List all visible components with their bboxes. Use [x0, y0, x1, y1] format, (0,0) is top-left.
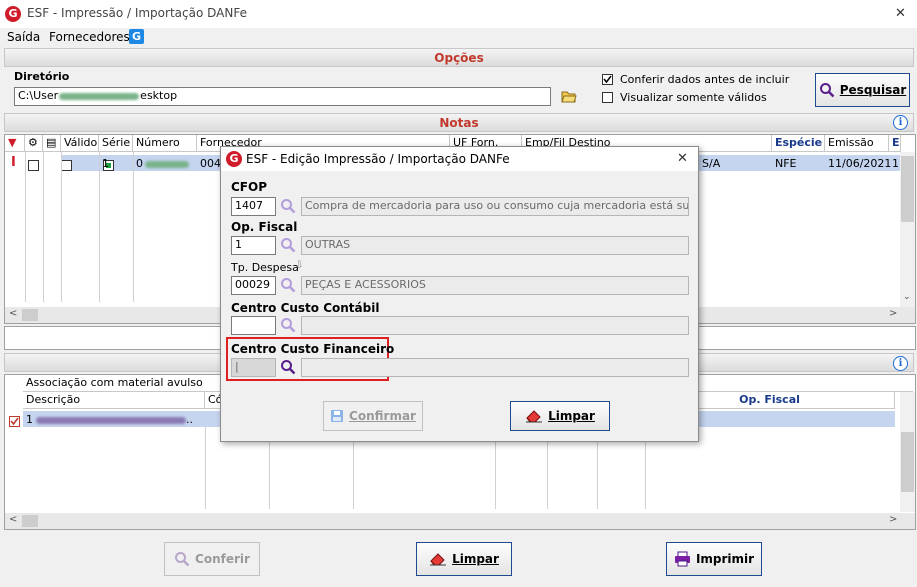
cfop-label: CFOP — [231, 180, 267, 194]
cc-financeiro-label: Centro Custo Financeiro — [231, 342, 395, 356]
cc-financeiro-desc-field — [301, 358, 689, 377]
tpdespesa-code-input[interactable]: 00029 — [231, 276, 276, 295]
conferir-button[interactable]: Conferir — [164, 542, 260, 576]
pin-icon: ⇩ — [295, 260, 304, 271]
cc-contabil-search-icon[interactable] — [280, 317, 296, 333]
cell-destino: S/A — [702, 157, 721, 170]
col-extra[interactable]: E — [889, 135, 901, 152]
dialog-limpar-label: Limpar — [548, 409, 595, 423]
cc-contabil-label: Centro Custo Contábil — [231, 301, 380, 315]
menu-saida[interactable]: Saída — [7, 30, 40, 44]
cfop-search-icon[interactable] — [280, 198, 296, 214]
validos-checkbox[interactable] — [602, 92, 613, 103]
cfop-code-input[interactable]: 1407 — [231, 197, 276, 216]
dialog-close-icon[interactable]: ✕ — [677, 151, 688, 166]
dialog-titlebar: G ESF - Edição Impressão / Importação DA… — [221, 147, 698, 171]
confirmar-label: Confirmar — [349, 409, 416, 423]
info-icon[interactable]: i — [893, 115, 908, 130]
tpdespesa-label: Tp. Despesa — [231, 261, 299, 274]
itens-hscrollbar[interactable]: < > — [5, 513, 915, 529]
opfiscal-search-icon[interactable] — [280, 237, 296, 253]
col-descricao[interactable]: Descrição — [23, 392, 205, 409]
refresh-icon[interactable]: G — [129, 29, 144, 44]
app-logo-icon: G — [5, 6, 21, 22]
pesquisar-label: Pesquisar — [839, 83, 907, 97]
menu-bar: Saída Fornecedores G — [0, 28, 917, 47]
row-check-2[interactable] — [60, 159, 72, 171]
cell-emissao: 11/06/2021 — [828, 157, 892, 170]
eraser-icon — [526, 410, 543, 423]
search-icon — [819, 83, 835, 98]
edit-dialog: G ESF - Edição Impressão / Importação DA… — [220, 146, 699, 442]
col-valido[interactable]: Válido — [61, 135, 99, 152]
diretorio-prefix: C:\User — [18, 89, 59, 102]
dialog-limpar-button[interactable]: Limpar — [510, 401, 610, 431]
confirmar-button[interactable]: Confirmar — [323, 401, 423, 431]
cc-financeiro-search-icon[interactable] — [280, 359, 296, 375]
notas-vscrollbar[interactable]: ⌄ — [900, 152, 915, 307]
cell-numero: 0 — [133, 156, 192, 171]
opfiscal-desc-field: OUTRAS — [301, 236, 689, 255]
tpdespesa-desc-field: PEÇAS E ACESSORIOS — [301, 276, 689, 295]
sort-arrow-header[interactable]: ▼ — [5, 135, 25, 152]
itens-vscrollbar[interactable] — [900, 392, 915, 512]
col-serie[interactable]: Série — [99, 135, 133, 152]
folder-icon[interactable] — [561, 89, 577, 103]
cfop-desc-field: Compra de mercadoria para uso ou consumo… — [301, 197, 689, 216]
floppy-icon — [331, 410, 344, 422]
row-cursor-icon: I — [11, 155, 16, 170]
redacted-path — [59, 92, 140, 100]
cell-especie: NFE — [775, 157, 797, 170]
validos-label: Visualizar somente válidos — [620, 91, 767, 104]
dialog-title: ESF - Edição Impressão / Importação DANF… — [246, 152, 510, 166]
cc-contabil-desc-field — [301, 316, 689, 335]
limpar-label: Limpar — [452, 552, 499, 566]
bell-icon-header[interactable]: ⚙ — [25, 135, 43, 152]
eraser-icon — [430, 553, 447, 566]
diretorio-label: Diretório — [14, 70, 70, 83]
dialog-logo-icon: G — [226, 151, 242, 167]
close-icon[interactable]: ✕ — [895, 6, 906, 21]
opcoes-header: Opções — [4, 48, 914, 67]
cc-contabil-code-input[interactable] — [231, 316, 276, 335]
imprimir-label: Imprimir — [695, 552, 755, 566]
col-emissao[interactable]: Emissão — [825, 135, 889, 152]
notas-header: Notas — [4, 113, 914, 132]
conferir-label: Conferir — [195, 552, 250, 566]
col-numero[interactable]: Número — [133, 135, 197, 152]
limpar-button[interactable]: Limpar — [416, 542, 512, 576]
title-bar: G ESF - Impressão / Importação DANFe ✕ — [0, 0, 917, 28]
search-icon — [175, 552, 190, 567]
tpdespesa-search-icon[interactable] — [280, 277, 296, 293]
diretorio-input[interactable]: C:\User esktop — [14, 87, 551, 106]
conferir-label: Conferir dados antes de incluir — [620, 73, 790, 86]
diretorio-suffix: esktop — [140, 89, 178, 102]
printer-icon — [674, 551, 690, 567]
window-title: ESF - Impressão / Importação DANFe — [27, 6, 247, 20]
cell-serie: 1 — [102, 157, 109, 170]
info-icon-2[interactable]: i — [893, 356, 908, 371]
col-especie[interactable]: Espécie — [772, 135, 825, 152]
opfiscal-code-input[interactable]: 1 — [231, 236, 276, 255]
row-check-1[interactable] — [28, 159, 39, 171]
menu-fornecedores[interactable]: Fornecedores — [49, 30, 130, 44]
imprimir-button[interactable]: Imprimir — [666, 542, 762, 576]
pesquisar-button[interactable]: Pesquisar — [815, 73, 910, 107]
conferir-checkbox[interactable] — [602, 74, 613, 85]
opfiscal-label: Op. Fiscal — [231, 220, 298, 234]
cc-financeiro-code-input[interactable]: | — [231, 358, 276, 377]
list-icon-header[interactable]: ▤ — [43, 135, 61, 152]
itens-row-check[interactable] — [9, 415, 20, 427]
itens-row-desc: 1.. — [26, 413, 193, 426]
